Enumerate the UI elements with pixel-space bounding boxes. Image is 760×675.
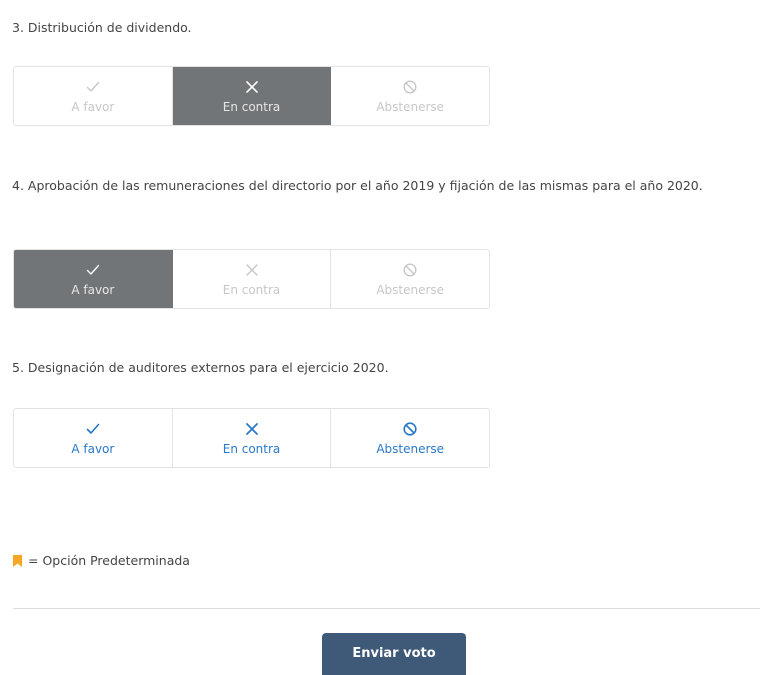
- vote-group-question-3: A favor En contra Abstenerse: [13, 66, 490, 126]
- x-icon: [245, 263, 258, 276]
- vote-group-question-5: A favor En contra Abstenerse: [13, 408, 490, 468]
- vote-option-label: Abstenerse: [376, 99, 445, 114]
- vote-option-label: En contra: [222, 99, 281, 114]
- vote-option-label: A favor: [71, 282, 115, 297]
- vote-option-label: En contra: [222, 441, 281, 456]
- question-4-text: 4. Aprobación de las remuneraciones del …: [12, 178, 703, 193]
- legend-text: = Opción Predeterminada: [28, 553, 190, 568]
- question-3-text: 3. Distribución de dividendo.: [12, 20, 192, 35]
- vote-option-a-favor[interactable]: A favor: [14, 67, 173, 125]
- vote-option-en-contra[interactable]: En contra: [173, 409, 332, 467]
- x-icon: [245, 422, 258, 435]
- vote-group-question-4: A favor En contra Abstenerse: [13, 249, 490, 309]
- vote-option-abstenerse[interactable]: Abstenerse: [331, 250, 489, 308]
- default-option-legend: = Opción Predeterminada: [13, 553, 190, 568]
- vote-option-en-contra[interactable]: En contra: [172, 67, 332, 125]
- ban-icon: [403, 79, 417, 94]
- vote-option-a-favor[interactable]: A favor: [14, 409, 173, 467]
- vote-option-a-favor[interactable]: A favor: [14, 250, 173, 308]
- bookmark-icon: [13, 554, 22, 567]
- vote-option-label: Abstenerse: [376, 282, 445, 297]
- submit-vote-button[interactable]: Enviar voto: [322, 633, 466, 675]
- vote-option-label: Abstenerse: [376, 441, 445, 456]
- check-icon: [86, 264, 100, 275]
- ban-icon: [403, 262, 417, 277]
- vote-option-label: A favor: [71, 99, 115, 114]
- ban-icon: [403, 421, 417, 436]
- question-5-text: 5. Designación de auditores externos par…: [12, 360, 389, 375]
- divider: [13, 608, 760, 609]
- x-icon: [245, 80, 258, 93]
- vote-option-label: En contra: [222, 282, 281, 297]
- vote-option-label: A favor: [71, 441, 115, 456]
- check-icon: [86, 423, 100, 434]
- vote-option-abstenerse[interactable]: Abstenerse: [331, 409, 489, 467]
- vote-option-en-contra[interactable]: En contra: [173, 250, 332, 308]
- check-icon: [86, 81, 100, 92]
- vote-option-abstenerse[interactable]: Abstenerse: [331, 67, 489, 125]
